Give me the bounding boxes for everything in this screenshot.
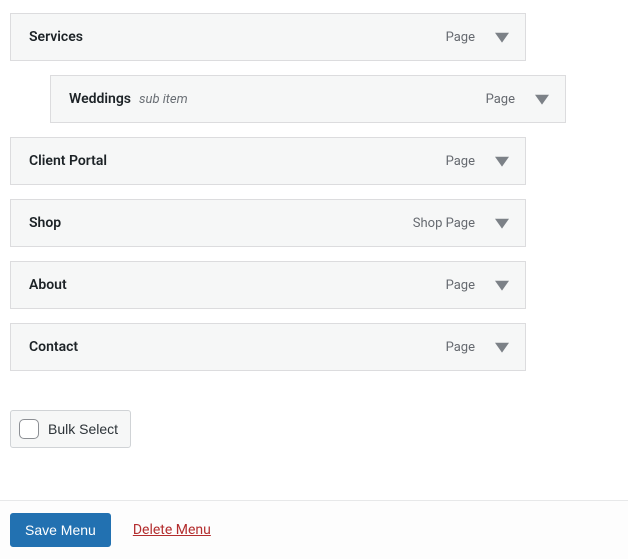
menu-item: Contact Page <box>10 323 526 371</box>
chevron-down-icon[interactable] <box>489 272 515 298</box>
chevron-down-icon[interactable] <box>489 148 515 174</box>
menu-item-type: Page <box>486 92 515 107</box>
menu-item-type: Page <box>446 154 475 169</box>
checkbox-icon <box>19 419 39 439</box>
menu-item-type: Page <box>446 278 475 293</box>
bulk-select-label: Bulk Select <box>48 421 118 437</box>
save-menu-button[interactable]: Save Menu <box>10 513 111 547</box>
bulk-select-button[interactable]: Bulk Select <box>10 410 131 448</box>
menu-item: Shop Shop Page <box>10 199 526 247</box>
menu-item-bar[interactable]: Services Page <box>10 13 526 61</box>
menu-item-title: Contact <box>29 339 78 355</box>
menu-item-title: Client Portal <box>29 153 107 169</box>
menu-item: Client Portal Page <box>10 137 526 185</box>
menu-item-type: Page <box>446 340 475 355</box>
chevron-down-icon[interactable] <box>489 210 515 236</box>
chevron-down-icon[interactable] <box>489 24 515 50</box>
chevron-down-icon[interactable] <box>529 86 555 112</box>
menu-item: Services Page <box>10 13 526 61</box>
menu-item-bar[interactable]: About Page <box>10 261 526 309</box>
delete-menu-link[interactable]: Delete Menu <box>133 522 211 538</box>
footer-actions: Save Menu Delete Menu <box>0 500 628 559</box>
menu-item-type: Page <box>446 30 475 45</box>
menu-item-type: Shop Page <box>413 216 475 231</box>
bulk-select-row: Bulk Select <box>0 410 628 448</box>
menu-item-bar[interactable]: Weddings sub item Page <box>50 75 566 123</box>
menu-item: Weddings sub item Page <box>50 75 566 123</box>
sub-item-label: sub item <box>139 92 188 107</box>
menu-item: About Page <box>10 261 526 309</box>
chevron-down-icon[interactable] <box>489 334 515 360</box>
menu-item-title: About <box>29 277 67 293</box>
menu-item-title: Services <box>29 29 83 45</box>
menu-structure: ServicesPageWeddingssub itemPageClient P… <box>0 0 628 381</box>
menu-item-bar[interactable]: Contact Page <box>10 323 526 371</box>
menu-item-title: Shop <box>29 215 61 231</box>
menu-item-bar[interactable]: Client Portal Page <box>10 137 526 185</box>
menu-item-bar[interactable]: Shop Shop Page <box>10 199 526 247</box>
menu-item-title: Weddings <box>69 91 131 107</box>
